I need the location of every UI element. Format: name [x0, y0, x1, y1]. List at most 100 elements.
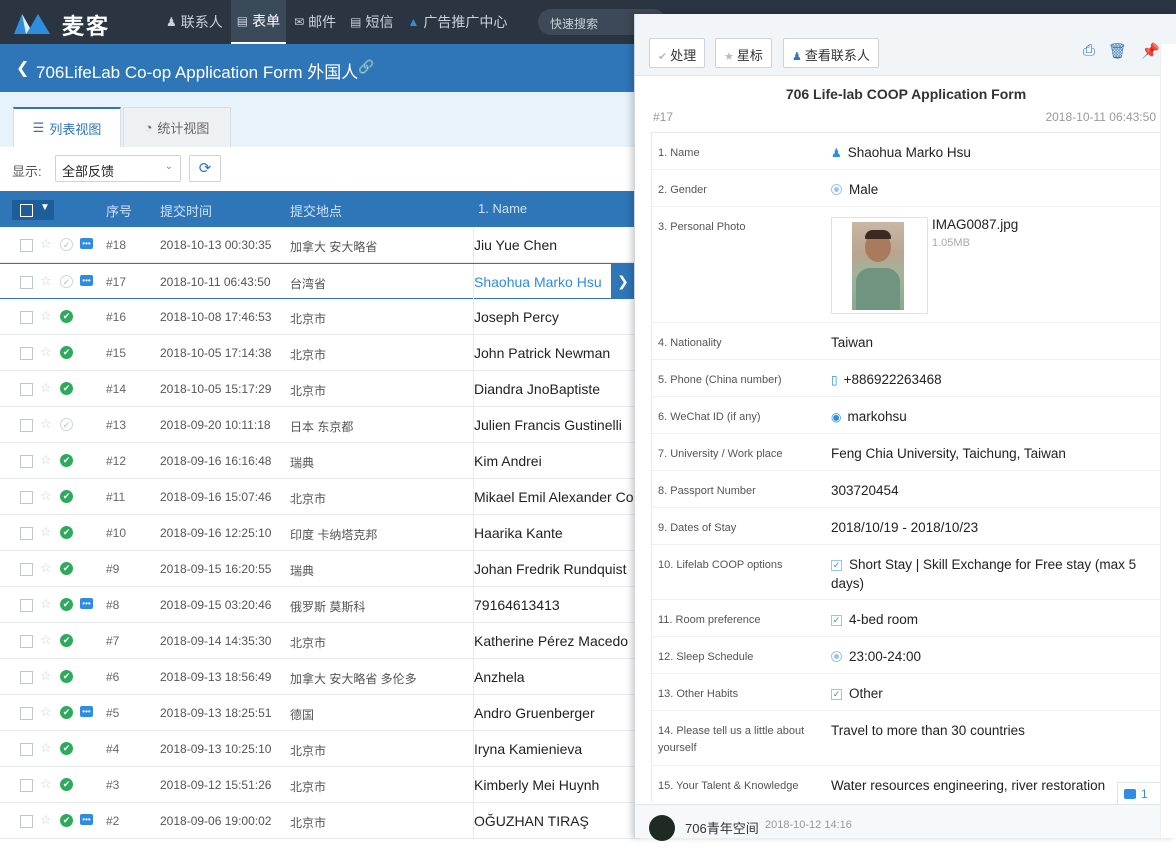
- scrollbar[interactable]: [1160, 44, 1176, 838]
- field-value-wrap: ✓ Other: [831, 684, 1151, 703]
- star-icon[interactable]: ☆: [40, 488, 52, 504]
- star-icon[interactable]: ☆: [40, 416, 52, 432]
- link-icon[interactable]: 🔗: [358, 59, 374, 75]
- nav-contacts[interactable]: ♟ 联系人: [160, 0, 229, 44]
- col-time[interactable]: 提交时间: [160, 201, 212, 220]
- star-icon[interactable]: ☆: [40, 596, 52, 612]
- row-checkbox[interactable]: [20, 599, 33, 612]
- col-location[interactable]: 提交地点: [290, 201, 342, 220]
- table-row[interactable]: ☆ ✔ #4 2018-09-13 10:25:10 北京市 Iryna Kamienie…: [0, 731, 640, 767]
- table-row[interactable]: ☆ ✔ #11 2018-09-16 15:07:46 北京市 Mikael Emil A…: [0, 479, 641, 515]
- row-time: 2018-09-15 03:20:46: [160, 598, 272, 612]
- star-icon[interactable]: ☆: [40, 776, 52, 792]
- field-label: 15. Your Talent & Knowledge: [658, 780, 799, 792]
- form-header: ❮ 706LifeLab Co-op Application Form 外国人 …: [0, 44, 640, 92]
- col-seq[interactable]: 序号: [106, 201, 132, 220]
- app-logo[interactable]: 麦客: [12, 6, 132, 39]
- nav-forms[interactable]: ▤ 表单: [230, 0, 287, 44]
- print-icon[interactable]: ⎙: [1083, 42, 1095, 59]
- star-icon[interactable]: ☆: [40, 452, 52, 468]
- personal-photo[interactable]: [831, 217, 928, 314]
- photo-filename[interactable]: IMAG0087.jpg: [932, 217, 1018, 232]
- col-name[interactable]: 1. Name: [478, 201, 527, 216]
- table-row[interactable]: ☆ ✔ #14 2018-10-05 15:17:29 北京市 Diandra JnoBa…: [0, 371, 640, 407]
- row-checkbox[interactable]: [20, 635, 33, 648]
- refresh-button[interactable]: ⟳: [189, 155, 221, 182]
- table-row[interactable]: ☆ ✔ #7 2018-09-14 14:35:30 北京市 Katherine Pére…: [0, 623, 640, 659]
- nav-mail[interactable]: ✉ 邮件: [288, 0, 342, 44]
- nav-label: 短信: [365, 14, 394, 30]
- star-icon[interactable]: ☆: [40, 668, 52, 684]
- row-location: 加拿大 安大略省 多伦多: [290, 672, 417, 686]
- select-all-checkbox[interactable]: [20, 204, 33, 217]
- row-checkbox[interactable]: [20, 743, 33, 756]
- pie-chart-icon: ◔: [144, 120, 153, 135]
- nav-ads[interactable]: ▲ 广告推广中心: [402, 0, 514, 44]
- row-checkbox[interactable]: [20, 419, 33, 432]
- table-row[interactable]: ☆ ✔ #15 2018-10-05 17:14:38 北京市 John Patrick …: [0, 335, 640, 371]
- table-row[interactable]: ☆ ✔ ••• #8 2018-09-15 03:20:46 俄罗斯 莫斯科 7916461…: [0, 587, 640, 623]
- tab-list-view[interactable]: ☰ 列表视图: [13, 107, 121, 147]
- star-icon[interactable]: ☆: [40, 524, 52, 540]
- table-body: ☆ ✔ ••• #18 2018-10-13 00:30:35 加拿大 安大略省 Jiu Y…: [0, 227, 641, 839]
- star-icon[interactable]: ☆: [40, 740, 52, 756]
- row-checkbox[interactable]: [20, 383, 33, 396]
- row-checkbox[interactable]: [20, 239, 33, 252]
- select-all-dropdown[interactable]: ▼: [12, 200, 54, 220]
- row-checkbox[interactable]: [20, 347, 33, 360]
- row-location: 加拿大 安大略省: [290, 240, 378, 254]
- star-icon[interactable]: ☆: [40, 560, 52, 576]
- filter-select[interactable]: 全部反馈 ⌄: [55, 155, 181, 182]
- back-icon[interactable]: ❮: [16, 58, 29, 78]
- field-label: 4. Nationality: [658, 337, 722, 349]
- table-row[interactable]: ☆ ✔ ••• #5 2018-09-13 18:25:51 德国 Andro Gruenb…: [0, 695, 640, 731]
- table-row[interactable]: ☆ ✔ #12 2018-09-16 16:16:48 瑞典 Kim Andrei: [0, 443, 640, 479]
- star-icon[interactable]: ☆: [40, 236, 52, 252]
- row-checkbox[interactable]: [20, 311, 33, 324]
- row-checkbox[interactable]: [20, 527, 33, 540]
- row-checkbox[interactable]: [20, 671, 33, 684]
- row-checkbox[interactable]: [20, 455, 33, 468]
- row-time: 2018-09-06 19:00:02: [160, 814, 272, 828]
- star-icon[interactable]: ☆: [40, 344, 52, 360]
- status-icon: ✔: [60, 634, 73, 647]
- row-seq: #15: [106, 346, 127, 360]
- star-icon[interactable]: ☆: [40, 380, 52, 396]
- row-checkbox[interactable]: [20, 707, 33, 720]
- row-name[interactable]: OĞUZHAN TIRAŞ: [474, 813, 589, 849]
- comment-count-badge[interactable]: 1: [1117, 782, 1163, 806]
- table-row[interactable]: ☆ ✔ ••• #18 2018-10-13 00:30:35 加拿大 安大略省 Jiu Y…: [0, 227, 640, 263]
- star-icon[interactable]: ☆: [40, 812, 52, 828]
- nav-sms[interactable]: ▤ 短信: [344, 0, 399, 44]
- status-icon: ✔: [60, 275, 73, 288]
- table-row[interactable]: ☆ ✔ #3 2018-09-12 15:51:26 北京市 Kimberly Mei H…: [0, 767, 640, 803]
- row-checkbox[interactable]: [20, 563, 33, 576]
- chevron-right-icon[interactable]: ❯: [611, 264, 635, 299]
- delete-icon[interactable]: 🗑: [1108, 42, 1127, 60]
- detail-field: 6. WeChat ID (if any) ◉ markohsu: [652, 397, 1160, 434]
- process-button[interactable]: ✔ 处理: [649, 38, 706, 68]
- row-location: 北京市: [290, 744, 327, 758]
- tab-stats-view[interactable]: ◔ 统计视图: [123, 107, 231, 147]
- table-row[interactable]: ☆ ✔ #9 2018-09-15 16:20:55 瑞典 Johan Fredrik R…: [0, 551, 640, 587]
- detail-field: 10. Lifelab COOP options ✓ Short Stay | Sk…: [652, 545, 1160, 600]
- star-icon[interactable]: ☆: [40, 308, 52, 324]
- row-checkbox[interactable]: [20, 815, 33, 828]
- table-row[interactable]: ☆ ✔ ••• #17 2018-10-11 06:43:50 台湾省 Shaohua Ma…: [0, 263, 640, 299]
- star-icon[interactable]: ☆: [40, 704, 52, 720]
- field-value: Short Stay | Skill Exchange for Free sta…: [831, 557, 1137, 591]
- table-row[interactable]: ☆ ✔ #6 2018-09-13 18:56:49 加拿大 安大略省 多伦多 Anzhe…: [0, 659, 640, 695]
- view-contact-button[interactable]: ♟ 查看联系人: [783, 38, 879, 68]
- avatar: [649, 815, 675, 841]
- row-checkbox[interactable]: [20, 779, 33, 792]
- star-icon[interactable]: ☆: [40, 273, 52, 289]
- table-row[interactable]: ☆ ✔ #10 2018-09-16 12:25:10 印度 卡纳塔克邦 Haarika …: [0, 515, 640, 551]
- table-row[interactable]: ☆ ✔ #16 2018-10-08 17:46:53 北京市 Joseph Percy: [0, 299, 640, 335]
- row-checkbox[interactable]: [20, 276, 33, 289]
- star-icon[interactable]: ☆: [40, 632, 52, 648]
- row-checkbox[interactable]: [20, 491, 33, 504]
- table-row[interactable]: ☆ ✔ ••• #2 2018-09-06 19:00:02 北京市 OĞUZHAN TIR…: [0, 803, 640, 839]
- star-button[interactable]: ★ 星标: [715, 38, 772, 68]
- pin-icon[interactable]: 📌: [1141, 42, 1160, 60]
- table-row[interactable]: ☆ ✔ #13 2018-09-20 10:11:18 日本 东京都 Julien Fra…: [0, 407, 640, 443]
